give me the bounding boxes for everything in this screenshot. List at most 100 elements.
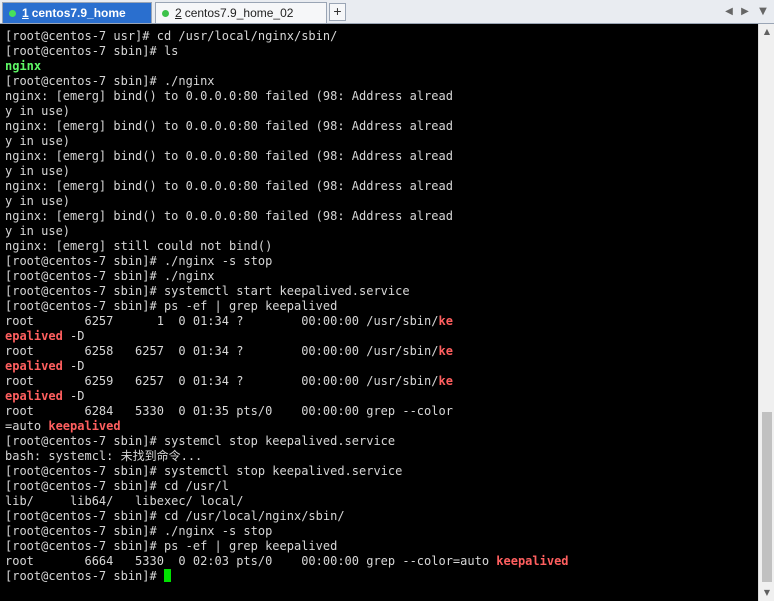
- grep-match-text: ke: [438, 374, 453, 388]
- terminal-text: y in use): [5, 104, 71, 118]
- terminal-line: lib/ lib64/ libexec/ local/: [5, 494, 569, 509]
- terminal-text: -D: [62, 359, 85, 373]
- terminal-line: bash: systemcl: 未找到命令...: [5, 449, 569, 464]
- terminal-line: epalived -D: [5, 359, 569, 374]
- terminal-line: nginx: [emerg] bind() to 0.0.0.0:80 fail…: [5, 179, 569, 194]
- terminal-text: root 6664 5330 0 02:03 pts/0 00:00:00 gr…: [5, 554, 497, 568]
- terminal-line: [root@centos-7 sbin]# ps -ef | grep keep…: [5, 299, 569, 314]
- terminal-cursor: [163, 569, 171, 582]
- tab-number: 2: [175, 6, 182, 20]
- terminal-text: root 6284 5330 0 01:35 pts/0 00:00:00 gr…: [5, 404, 453, 418]
- terminal-lines: [root@centos-7 usr]# cd /usr/local/nginx…: [5, 29, 569, 584]
- scroll-up-icon[interactable]: ▲: [759, 24, 774, 40]
- scroll-thumb[interactable]: [762, 412, 772, 582]
- terminal-line: [root@centos-7 sbin]# systemctl start ke…: [5, 284, 569, 299]
- terminal-text: [root@centos-7 usr]# cd /usr/local/nginx…: [5, 29, 338, 43]
- terminal-text: y in use): [5, 164, 71, 178]
- terminal-line: nginx: [emerg] bind() to 0.0.0.0:80 fail…: [5, 89, 569, 104]
- terminal-text: =auto: [5, 419, 49, 433]
- terminal-text: [root@centos-7 sbin]# ps -ef | grep keep…: [5, 539, 338, 553]
- terminal-text: nginx: [emerg] bind() to 0.0.0.0:80 fail…: [5, 209, 453, 223]
- tab-centos7-9-home[interactable]: 1 centos7.9_home: [2, 2, 152, 23]
- terminal-text: [root@centos-7 sbin]# ./nginx: [5, 74, 215, 88]
- terminal-line: y in use): [5, 134, 569, 149]
- terminal-text: root 6258 6257 0 01:34 ? 00:00:00 /usr/s…: [5, 344, 439, 358]
- terminal-text: -D: [62, 389, 85, 403]
- terminal-text: nginx: [emerg] bind() to 0.0.0.0:80 fail…: [5, 149, 453, 163]
- terminal-line: [root@centos-7 sbin]# ./nginx: [5, 74, 569, 89]
- terminal-text: [root@centos-7 sbin]# ps -ef | grep keep…: [5, 299, 338, 313]
- tab-centos7-9-home-02[interactable]: 2 centos7.9_home_02: [155, 2, 327, 23]
- grep-match-text: epalived: [5, 359, 63, 373]
- grep-match-text: ke: [438, 314, 453, 328]
- terminal-text: [root@centos-7 sbin]# ./nginx -s stop: [5, 254, 273, 268]
- grep-match-text: epalived: [5, 329, 63, 343]
- terminal-text: nginx: [emerg] still could not bind(): [5, 239, 273, 253]
- terminal-text: [root@centos-7 sbin]# systemctl stop kee…: [5, 464, 403, 478]
- executable-name: nginx: [5, 59, 42, 73]
- terminal-line: y in use): [5, 194, 569, 209]
- terminal-line: nginx: [5, 59, 569, 74]
- terminal-text: [root@centos-7 sbin]# systemctl start ke…: [5, 284, 410, 298]
- grep-match-text: epalived: [5, 389, 63, 403]
- terminal-text: root 6259 6257 0 01:34 ? 00:00:00 /usr/s…: [5, 374, 439, 388]
- terminal-line: [root@centos-7 sbin]# ps -ef | grep keep…: [5, 539, 569, 554]
- terminal-line: [root@centos-7 sbin]# ./nginx -s stop: [5, 254, 569, 269]
- terminal-line: nginx: [emerg] bind() to 0.0.0.0:80 fail…: [5, 209, 569, 224]
- terminal-line: y in use): [5, 164, 569, 179]
- terminal-line: nginx: [emerg] bind() to 0.0.0.0:80 fail…: [5, 119, 569, 134]
- terminal-line: root 6258 6257 0 01:34 ? 00:00:00 /usr/s…: [5, 344, 569, 359]
- terminal-line: epalived -D: [5, 389, 569, 404]
- terminal-line: [root@centos-7 sbin]#: [5, 569, 569, 584]
- connection-status-icon: [162, 9, 169, 17]
- chevron-right-icon[interactable]: ▶: [738, 4, 752, 20]
- terminal-line: nginx: [emerg] bind() to 0.0.0.0:80 fail…: [5, 149, 569, 164]
- terminal-line: [root@centos-7 sbin]# ls: [5, 44, 569, 59]
- chevron-left-icon[interactable]: ◀: [722, 4, 736, 20]
- terminal-text: [root@centos-7 sbin]# ./nginx: [5, 269, 215, 283]
- terminal-line: [root@centos-7 sbin]# cd /usr/local/ngin…: [5, 509, 569, 524]
- terminal-text: [root@centos-7 sbin]# cd /usr/l: [5, 479, 229, 493]
- terminal-text: y in use): [5, 134, 71, 148]
- terminal-text: bash: systemcl: 未找到命令...: [5, 449, 203, 463]
- scroll-down-icon[interactable]: ▼: [759, 585, 774, 601]
- grep-match-text: ke: [438, 344, 453, 358]
- terminal-text: [root@centos-7 sbin]# ls: [5, 44, 179, 58]
- tab-number: 1: [22, 6, 29, 20]
- tab-bar: 1 centos7.9_home 2 centos7.9_home_02 + ◀…: [0, 0, 774, 24]
- terminal-text: y in use): [5, 224, 71, 238]
- terminal-line: y in use): [5, 104, 569, 119]
- terminal-text: nginx: [emerg] bind() to 0.0.0.0:80 fail…: [5, 119, 453, 133]
- terminal-line: root 6284 5330 0 01:35 pts/0 00:00:00 gr…: [5, 404, 569, 419]
- terminal-text: lib/ lib64/ libexec/ local/: [5, 494, 244, 508]
- chevron-down-icon[interactable]: ▼: [756, 4, 770, 20]
- terminal-text: [root@centos-7 sbin]# cd /usr/local/ngin…: [5, 509, 345, 523]
- terminal-text: -D: [62, 329, 85, 343]
- connection-status-icon: [9, 9, 16, 17]
- terminal-output[interactable]: [root@centos-7 usr]# cd /usr/local/nginx…: [0, 24, 758, 601]
- terminal-line: root 6259 6257 0 01:34 ? 00:00:00 /usr/s…: [5, 374, 569, 389]
- vertical-scrollbar[interactable]: ▲ ▼: [758, 24, 774, 601]
- terminal-line: epalived -D: [5, 329, 569, 344]
- terminal-text: y in use): [5, 194, 71, 208]
- tab-label: centos7.9_home_02: [184, 6, 294, 20]
- terminal-text: [root@centos-7 sbin]# ./nginx -s stop: [5, 524, 273, 538]
- terminal-text: [root@centos-7 sbin]#: [5, 569, 164, 583]
- terminal-text: nginx: [emerg] bind() to 0.0.0.0:80 fail…: [5, 89, 453, 103]
- terminal-line: [root@centos-7 sbin]# systemcl stop keep…: [5, 434, 569, 449]
- terminal-line: [root@centos-7 sbin]# cd /usr/l: [5, 479, 569, 494]
- terminal-line: root 6664 5330 0 02:03 pts/0 00:00:00 gr…: [5, 554, 569, 569]
- terminal-line: [root@centos-7 usr]# cd /usr/local/nginx…: [5, 29, 569, 44]
- grep-match-text: keepalived: [496, 554, 569, 568]
- terminal-line: root 6257 1 0 01:34 ? 00:00:00 /usr/sbin…: [5, 314, 569, 329]
- terminal-line: [root@centos-7 sbin]# ./nginx: [5, 269, 569, 284]
- terminal-line: [root@centos-7 sbin]# ./nginx -s stop: [5, 524, 569, 539]
- terminal-text: nginx: [emerg] bind() to 0.0.0.0:80 fail…: [5, 179, 453, 193]
- terminal-line: y in use): [5, 224, 569, 239]
- grep-match-text: keepalived: [48, 419, 121, 433]
- add-tab-button[interactable]: +: [329, 3, 346, 21]
- terminal-line: =auto keepalived: [5, 419, 569, 434]
- terminal-text: root 6257 1 0 01:34 ? 00:00:00 /usr/sbin…: [5, 314, 439, 328]
- tab-label: centos7.9_home: [31, 6, 126, 20]
- terminal-line: [root@centos-7 sbin]# systemctl stop kee…: [5, 464, 569, 479]
